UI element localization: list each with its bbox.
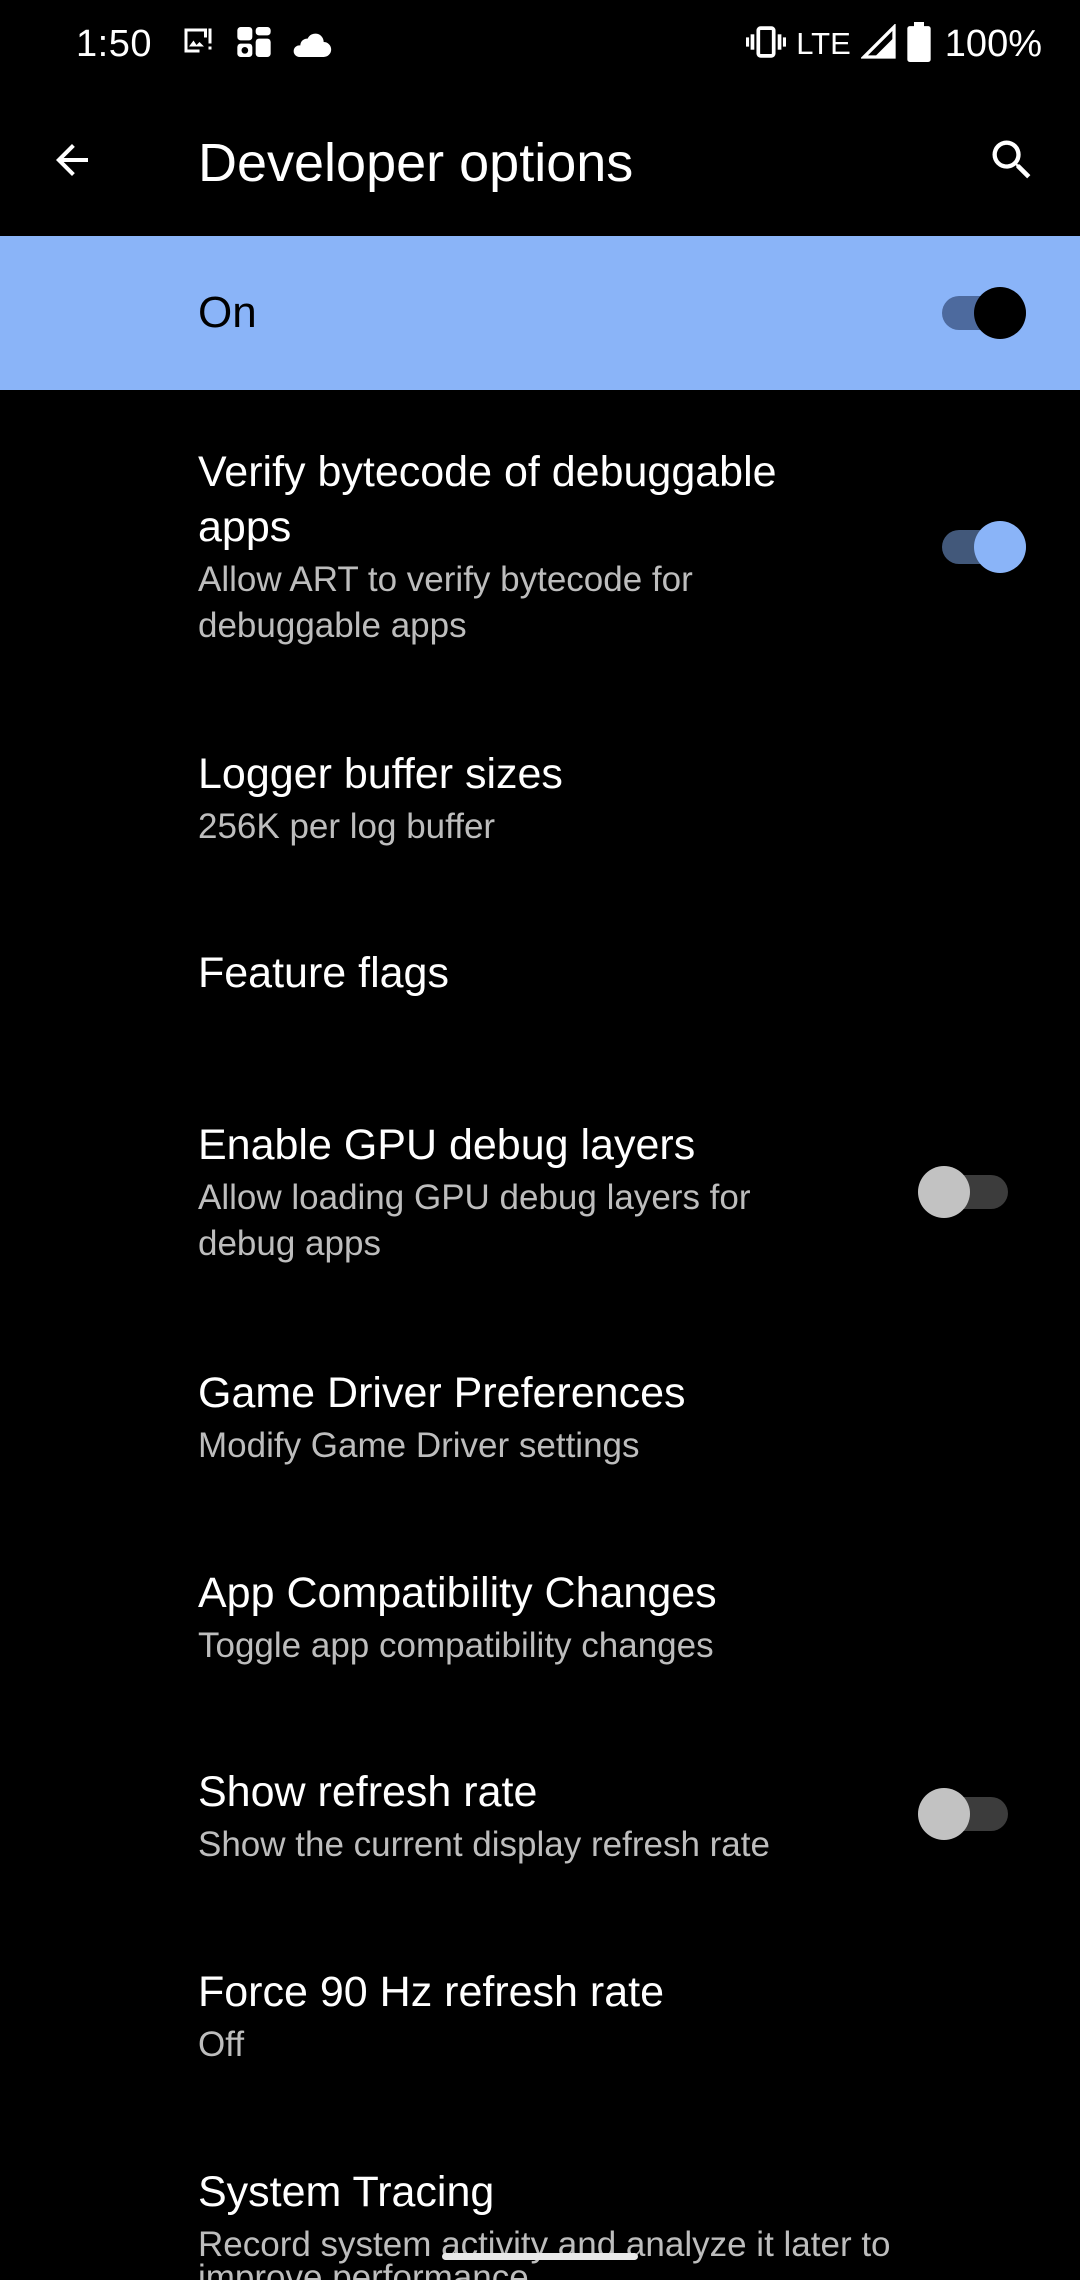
pref-summary: 256K per log buffer — [198, 807, 496, 846]
pref-title-continued: apps — [198, 503, 292, 551]
master-switch-label: On — [198, 288, 257, 337]
pref-title: Feature flags — [198, 949, 449, 997]
pref-summary: Show the current display refresh rate — [198, 1825, 770, 1864]
pref-enable-gpu-debug-layers[interactable]: Enable GPU debug layers Allow loading GP… — [0, 1068, 1080, 1336]
pref-force-90hz-refresh-rate[interactable]: Force 90 Hz refresh rate Off — [0, 1936, 1080, 2136]
pref-title: Show refresh rate — [198, 1768, 538, 1816]
notification-icons — [180, 22, 332, 66]
battery-icon — [907, 21, 931, 67]
pref-title: Game Driver Preferences — [198, 1369, 686, 1417]
pref-summary: Off — [198, 2025, 245, 2064]
pref-game-driver-preferences[interactable]: Game Driver Preferences Modify Game Driv… — [0, 1336, 1080, 1536]
pref-app-compatibility-changes[interactable]: App Compatibility Changes Toggle app com… — [0, 1536, 1080, 1736]
toggle-thumb — [918, 1166, 970, 1218]
pref-verify-bytecode[interactable]: Verify bytecode of debuggable apps Allow… — [0, 390, 1080, 678]
gpu-debug-layers-toggle[interactable] — [918, 1166, 1008, 1218]
image-notification-icon — [180, 24, 216, 65]
pref-summary: Allow ART to verify bytecode for — [198, 560, 693, 599]
pref-title: Verify bytecode of debuggable — [198, 448, 777, 496]
master-toggle[interactable] — [936, 287, 1026, 339]
pref-summary-continued: debuggable apps — [198, 606, 467, 645]
pref-title: Enable GPU debug layers — [198, 1121, 696, 1169]
pref-show-refresh-rate[interactable]: Show refresh rate Show the current displ… — [0, 1736, 1080, 1936]
toggle-thumb — [974, 287, 1026, 339]
pref-summary: Modify Game Driver settings — [198, 1426, 640, 1465]
cloud-icon — [292, 24, 332, 65]
network-type: LTE — [796, 26, 851, 61]
pref-title: App Compatibility Changes — [198, 1569, 717, 1617]
pref-title: Logger buffer sizes — [198, 750, 563, 798]
pref-feature-flags[interactable]: Feature flags — [0, 878, 1080, 1068]
search-icon — [986, 134, 1038, 191]
vibrate-icon — [746, 24, 787, 65]
battery-percent: 100% — [944, 23, 1042, 65]
pref-logger-buffer-sizes[interactable]: Logger buffer sizes 256K per log buffer — [0, 678, 1080, 878]
app-bar: Developer options — [0, 88, 1080, 236]
pref-summary: Allow loading GPU debug layers for — [198, 1178, 751, 1217]
show-refresh-rate-toggle[interactable] — [918, 1788, 1008, 1840]
pref-summary-continued: debug apps — [198, 1224, 381, 1263]
news-icon — [234, 22, 274, 67]
pref-title: Force 90 Hz refresh rate — [198, 1968, 665, 2016]
status-bar: 1:50 LTE 100% — [0, 0, 1080, 88]
pref-summary: Toggle app compatibility changes — [198, 1626, 714, 1665]
back-button[interactable] — [36, 126, 108, 198]
developer-options-master-switch[interactable]: On — [0, 236, 1080, 390]
arrow-back-icon — [48, 136, 96, 189]
verify-bytecode-toggle[interactable] — [936, 521, 1026, 573]
signal-icon — [859, 22, 897, 65]
toggle-thumb — [974, 521, 1026, 573]
gesture-nav-handle[interactable] — [442, 2253, 638, 2260]
pref-title: System Tracing — [198, 2168, 495, 2216]
page-title: Developer options — [198, 133, 634, 193]
system-status-icons: LTE 100% — [746, 20, 1042, 68]
search-button[interactable] — [976, 126, 1048, 198]
toggle-thumb — [918, 1788, 970, 1840]
status-time: 1:50 — [76, 23, 152, 65]
